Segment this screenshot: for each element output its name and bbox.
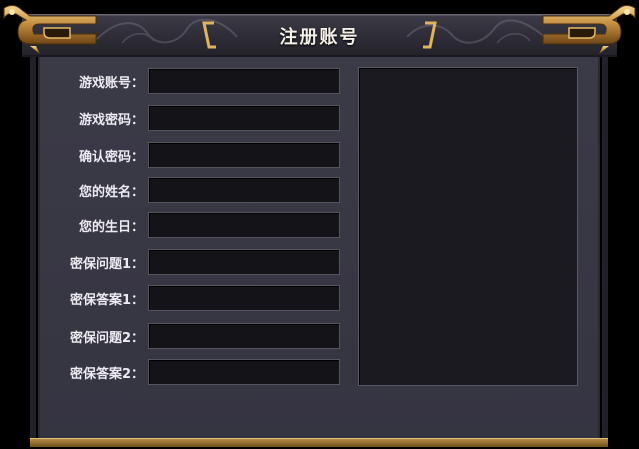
security-answer-1-input[interactable] [148,285,340,311]
confirm-password-input[interactable] [148,142,340,168]
field-label: 游戏账号： [78,76,144,91]
dragon-ornament-right-icon [542,4,636,54]
frame-left-border [30,54,36,440]
security-question-1-input[interactable] [148,249,340,275]
form-row-answer-1: 密保答案1： [40,285,340,311]
field-label: 密保答案1： [69,293,144,308]
field-label: 密保答案2： [69,367,144,382]
frame-right-border [602,54,608,440]
form-row-account: 游戏账号： [40,68,340,94]
name-input[interactable] [148,177,340,203]
account-input[interactable] [148,68,340,94]
form-row-confirm-password: 确认密码： [40,142,340,168]
form-row-question-1: 密保问题1： [40,249,340,275]
form-row-question-2: 密保问题2： [40,323,340,349]
birthday-input[interactable] [148,212,340,238]
security-question-2-input[interactable] [148,323,340,349]
register-dialog: 注册账号 游戏账号： 游戏密码： 确认密码： 您的姓名： 您的生日： 密保问题1… [0,0,639,449]
field-label: 游戏密码： [78,113,144,128]
field-label: 您的生日： [78,220,144,235]
password-input[interactable] [148,105,340,131]
preview-panel [358,67,578,386]
dragon-ornament-left-icon [3,4,97,54]
form-row-name: 您的姓名： [40,177,340,203]
security-answer-2-input[interactable] [148,359,340,385]
field-label: 您的姓名： [78,185,144,200]
dialog-title: 注册账号 [279,27,360,48]
form-row-birthday: 您的生日： [40,212,340,238]
form-row-answer-2: 密保答案2： [40,359,340,385]
frame-bottom-rail [30,438,608,447]
dialog-header: 注册账号 [22,14,617,57]
form-row-password: 游戏密码： [40,105,340,131]
field-label: 确认密码： [78,150,144,165]
field-label: 密保问题1： [69,257,144,272]
field-label: 密保问题2： [69,331,144,346]
